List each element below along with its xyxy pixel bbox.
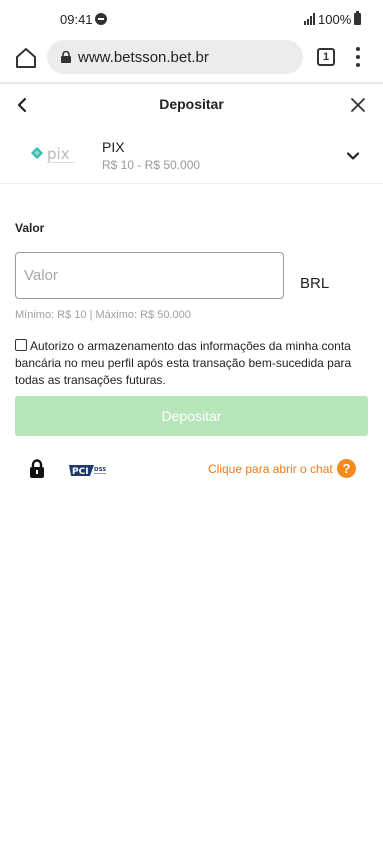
home-icon[interactable] (14, 46, 38, 70)
consent-text: Autorizo o armazenamento das informações… (15, 339, 352, 387)
secure-lock-icon (61, 51, 71, 63)
message-notification-icon (95, 13, 107, 25)
amount-input[interactable] (15, 252, 284, 299)
pci-dss-logo: PCI DSS (69, 465, 106, 477)
status-bar: 09:41 100% (0, 0, 383, 38)
currency-label: BRL (300, 275, 330, 292)
url-text: www.betsson.bet.br (78, 49, 209, 66)
toolbar-shadow (0, 82, 383, 86)
close-icon[interactable] (350, 97, 366, 113)
svg-text:PCI: PCI (72, 467, 89, 477)
battery-percentage: 100% (318, 12, 352, 27)
open-chat-link[interactable]: Clique para abrir o chat (208, 462, 333, 476)
browser-toolbar: www.betsson.bet.br 1 (0, 38, 383, 82)
padlock-icon (30, 459, 44, 478)
more-options-icon[interactable] (354, 47, 362, 67)
help-icon[interactable]: ? (337, 459, 356, 478)
payment-method-name: PIX (102, 139, 125, 155)
deposit-button[interactable]: Depositar (15, 396, 368, 436)
tab-switcher-button[interactable]: 1 (317, 48, 335, 66)
pix-logo: pix (31, 145, 75, 163)
chevron-down-icon[interactable] (346, 149, 360, 163)
svg-text:pix: pix (47, 145, 70, 163)
battery-icon (354, 11, 361, 25)
status-time: 09:41 (60, 12, 93, 27)
payment-method-selector[interactable]: pix PIX R$ 10 - R$ 50.000 (0, 130, 383, 184)
svg-text:DSS: DSS (94, 467, 106, 473)
deposit-limits: Mínimo: R$ 10 | Máximo: R$ 50.000 (15, 309, 191, 321)
signal-icon (304, 13, 316, 25)
amount-label: Valor (15, 221, 45, 235)
address-bar[interactable]: www.betsson.bet.br (47, 40, 303, 74)
page-title: Depositar (159, 96, 224, 112)
consent-checkbox[interactable] (15, 339, 27, 351)
payment-method-range: R$ 10 - R$ 50.000 (102, 158, 201, 172)
